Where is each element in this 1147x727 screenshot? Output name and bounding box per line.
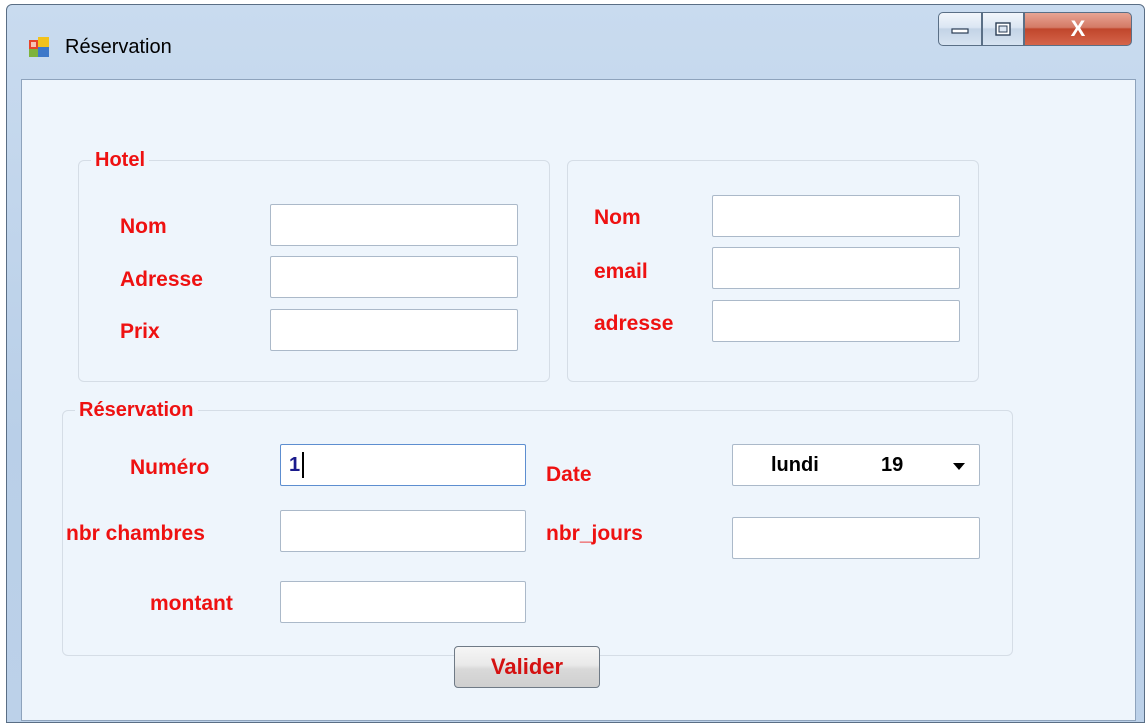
nbr-chambres-label: nbr chambres xyxy=(66,522,205,545)
client-nom-label: Nom xyxy=(594,206,641,229)
client-email-input[interactable] xyxy=(712,247,960,289)
hotel-adresse-label: Adresse xyxy=(120,268,203,291)
text-caret xyxy=(302,452,304,478)
hotel-prix-label: Prix xyxy=(120,320,160,343)
close-icon: X xyxy=(1070,16,1086,41)
nbr-jours-label: nbr_jours xyxy=(546,522,643,545)
client-email-label: email xyxy=(594,260,648,283)
client-adresse-label: adresse xyxy=(594,312,674,335)
maximize-icon xyxy=(995,22,1011,36)
montant-label: montant xyxy=(150,592,233,615)
valider-button[interactable]: Valider xyxy=(454,646,600,688)
app-window-icon xyxy=(29,37,49,57)
hotel-prix-input[interactable] xyxy=(270,309,518,351)
main-window: Réservation X Hotel Nom Adresse Prix Nom… xyxy=(6,4,1145,723)
hotel-adresse-input[interactable] xyxy=(270,256,518,298)
nbr-chambres-input[interactable] xyxy=(280,510,526,552)
form-client-area: Hotel Nom Adresse Prix Nom email adresse… xyxy=(21,79,1136,721)
numero-input[interactable] xyxy=(280,444,526,486)
client-nom-input[interactable] xyxy=(712,195,960,237)
window-title: Réservation xyxy=(65,36,172,58)
numero-field-wrapper xyxy=(280,444,526,486)
minimize-button[interactable] xyxy=(938,12,982,46)
client-adresse-input[interactable] xyxy=(712,300,960,342)
dropdown-arrow-icon[interactable] xyxy=(953,463,965,470)
close-button[interactable]: X xyxy=(1024,12,1132,46)
date-picker[interactable]: lundi 19 xyxy=(732,444,980,486)
title-bar[interactable]: Réservation X xyxy=(7,5,1144,79)
montant-input[interactable] xyxy=(280,581,526,623)
date-number: 19 xyxy=(881,454,904,476)
reservation-legend: Réservation xyxy=(75,399,198,422)
hotel-legend: Hotel xyxy=(91,149,149,172)
date-label: Date xyxy=(546,463,592,486)
nbr-jours-input[interactable] xyxy=(732,517,980,559)
minimize-icon xyxy=(951,28,969,34)
date-day: lundi xyxy=(771,454,819,476)
hotel-nom-input[interactable] xyxy=(270,204,518,246)
maximize-button[interactable] xyxy=(982,12,1024,46)
numero-label: Numéro xyxy=(130,456,210,479)
hotel-nom-label: Nom xyxy=(120,215,167,238)
